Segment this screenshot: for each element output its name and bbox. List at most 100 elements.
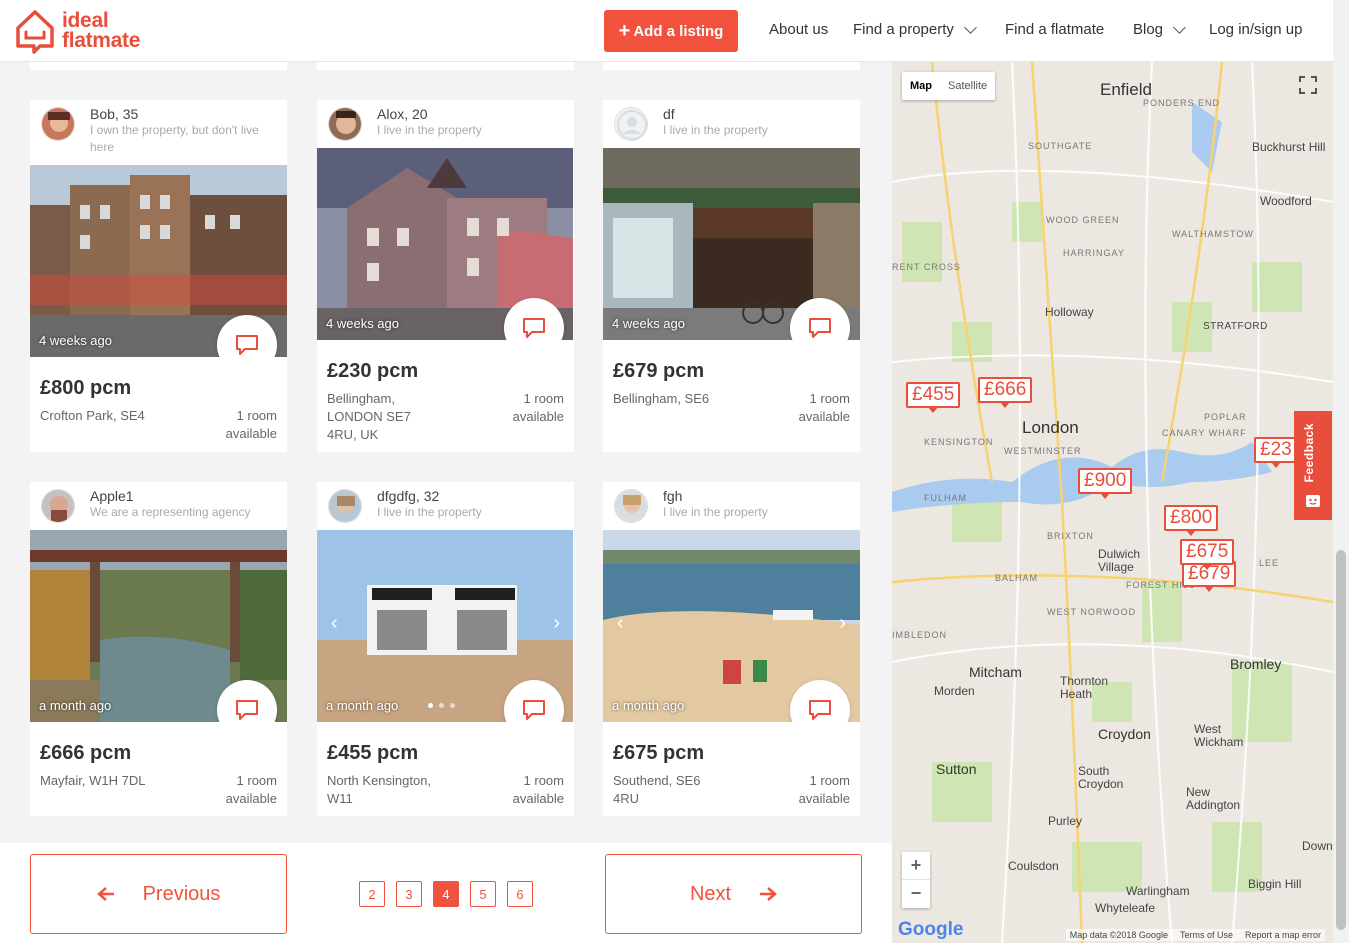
fullscreen-icon[interactable] (1297, 74, 1319, 96)
listing-photo[interactable]: 4 weeks ago (30, 165, 287, 357)
chat-bubble-icon (809, 700, 831, 720)
nav-blog[interactable]: Blog (1133, 20, 1186, 38)
rooms-available: 1 room available (798, 773, 850, 806)
page-6[interactable]: 6 (507, 881, 533, 907)
listing-photo[interactable]: 4 weeks ago (603, 148, 860, 340)
page-scrollbar[interactable] (1333, 0, 1349, 943)
listing-photo[interactable]: a month ago (30, 530, 287, 722)
posted-time: 4 weeks ago (39, 333, 112, 348)
map-label: Bromley (1230, 656, 1282, 672)
map[interactable]: Enfield London Holloway STRATFORD Woodfo… (892, 62, 1333, 943)
map-district: LEE (1259, 558, 1280, 568)
map-label: Morden (934, 684, 975, 698)
prev-photo-arrow[interactable]: ‹ (617, 612, 624, 635)
listing-photo[interactable]: 4 weeks ago (317, 148, 574, 340)
price-pin[interactable]: £23 (1254, 437, 1298, 468)
user-description: I live in the property (663, 123, 768, 137)
user-description: I live in the property (377, 505, 482, 519)
scrollbar-thumb[interactable] (1336, 550, 1346, 930)
map-district: BALHAM (995, 573, 1039, 583)
card-header: Alox, 20 I live in the property (317, 100, 574, 148)
price-pin[interactable]: £800 (1164, 505, 1219, 536)
terms-link[interactable]: Terms of Use (1180, 930, 1233, 940)
map-label: Sutton (936, 761, 977, 777)
posted-time: a month ago (39, 698, 112, 713)
listing-card[interactable]: df I live in the property 4 weeks ago £6… (603, 100, 860, 452)
google-logo: Google (898, 919, 964, 940)
map-district: WALTHAMSTOW (1172, 229, 1254, 239)
nav-find-property-label: Find a property (853, 21, 954, 38)
map-district: KENSINGTON (924, 437, 994, 447)
price-pin[interactable]: £455 (906, 382, 961, 413)
zoom-out-button[interactable]: − (902, 880, 930, 908)
page-4-current[interactable]: 4 (433, 881, 459, 907)
chat-bubble-icon (809, 318, 831, 338)
card-stub (30, 62, 287, 70)
listing-card[interactable]: Alox, 20 I live in the property 4 weeks … (317, 100, 574, 452)
map-label: Purley (1048, 814, 1083, 828)
smiley-icon (1306, 495, 1320, 507)
map-label: Down (1302, 839, 1333, 853)
price: £455 pcm (327, 742, 419, 764)
map-label: Enfield (1100, 80, 1152, 99)
nav-find-flatmate[interactable]: Find a flatmate (1005, 21, 1104, 38)
logo[interactable]: ideal flatmate (14, 8, 140, 54)
avatar (614, 107, 648, 141)
map-type-satellite[interactable]: Satellite (940, 72, 995, 100)
arrow-left-icon (96, 887, 114, 901)
map-district: WOOD GREEN (1046, 215, 1120, 225)
listing-card[interactable]: fgh I live in the property ‹ › a month a… (603, 482, 860, 816)
prev-photo-arrow[interactable]: ‹ (331, 612, 338, 635)
nav-about[interactable]: About us (769, 21, 828, 38)
user-description: I own the property, but don't live here (90, 123, 259, 154)
price-pin[interactable]: £675 (1180, 539, 1235, 570)
map-district: SOUTHGATE (1028, 141, 1093, 151)
next-photo-arrow[interactable]: › (839, 612, 846, 635)
price-pin[interactable]: £900 (1078, 468, 1133, 499)
listing-photo[interactable]: ‹ › a month ago (317, 530, 574, 722)
user-name: Bob, 35 (90, 106, 139, 122)
nav-login[interactable]: Log in/sign up (1209, 21, 1302, 38)
map-label: South Croydon (1078, 764, 1124, 791)
rooms-available: 1 room available (512, 391, 564, 424)
map-type-map[interactable]: Map (902, 72, 940, 100)
location: North Kensington, W11 (327, 773, 432, 806)
listing-card[interactable]: Apple1 We are a representing agency a mo… (30, 482, 287, 816)
zoom-in-button[interactable]: + (902, 852, 930, 880)
add-listing-button[interactable]: + Add a listing (604, 10, 738, 52)
listing-card[interactable]: dfgdfg, 32 I live in the property ‹ › a … (317, 482, 574, 816)
feedback-tab[interactable]: Feedback (1294, 411, 1332, 520)
posted-time: a month ago (612, 698, 685, 713)
rooms-available: 1 room available (225, 773, 277, 806)
next-photo-arrow[interactable]: › (553, 612, 560, 635)
listing-photo[interactable]: ‹ › a month ago (603, 530, 860, 722)
page-2[interactable]: 2 (359, 881, 385, 907)
previous-button[interactable]: Previous (30, 854, 287, 934)
card-header: dfgdfg, 32 I live in the property (317, 482, 574, 530)
chat-bubble-icon (523, 700, 545, 720)
avatar (41, 489, 75, 523)
report-error-link[interactable]: Report a map error (1245, 930, 1321, 940)
user-description: I live in the property (377, 123, 482, 137)
site-header: ideal flatmate + Add a listing About us … (0, 0, 1333, 62)
user-name: df (663, 106, 675, 122)
map-label: Whyteleafe (1095, 901, 1156, 915)
nav-find-property[interactable]: Find a property (853, 20, 977, 38)
previous-label: Previous (142, 882, 221, 905)
page-5[interactable]: 5 (470, 881, 496, 907)
listing-card[interactable]: Bob, 35 I own the property, but don't li… (30, 100, 287, 452)
posted-time: 4 weeks ago (612, 316, 685, 331)
user-description: I live in the property (663, 505, 768, 519)
map-label: New Addington (1186, 785, 1241, 812)
location: Bellingham, LONDON SE7 4RU, UK (327, 391, 411, 442)
chevron-down-icon (1173, 20, 1186, 34)
price-pin[interactable]: £666 (978, 377, 1033, 408)
page-3[interactable]: 3 (396, 881, 422, 907)
add-listing-label: Add a listing (633, 22, 724, 40)
map-district: WESTMINSTER (1004, 446, 1082, 456)
map-label: STRATFORD (1203, 321, 1268, 332)
logo-line-1: ideal (62, 9, 109, 32)
location: Bellingham, SE6 (613, 391, 710, 406)
next-button[interactable]: Next (605, 854, 862, 934)
map-district: WEST NORWOOD (1047, 607, 1137, 617)
